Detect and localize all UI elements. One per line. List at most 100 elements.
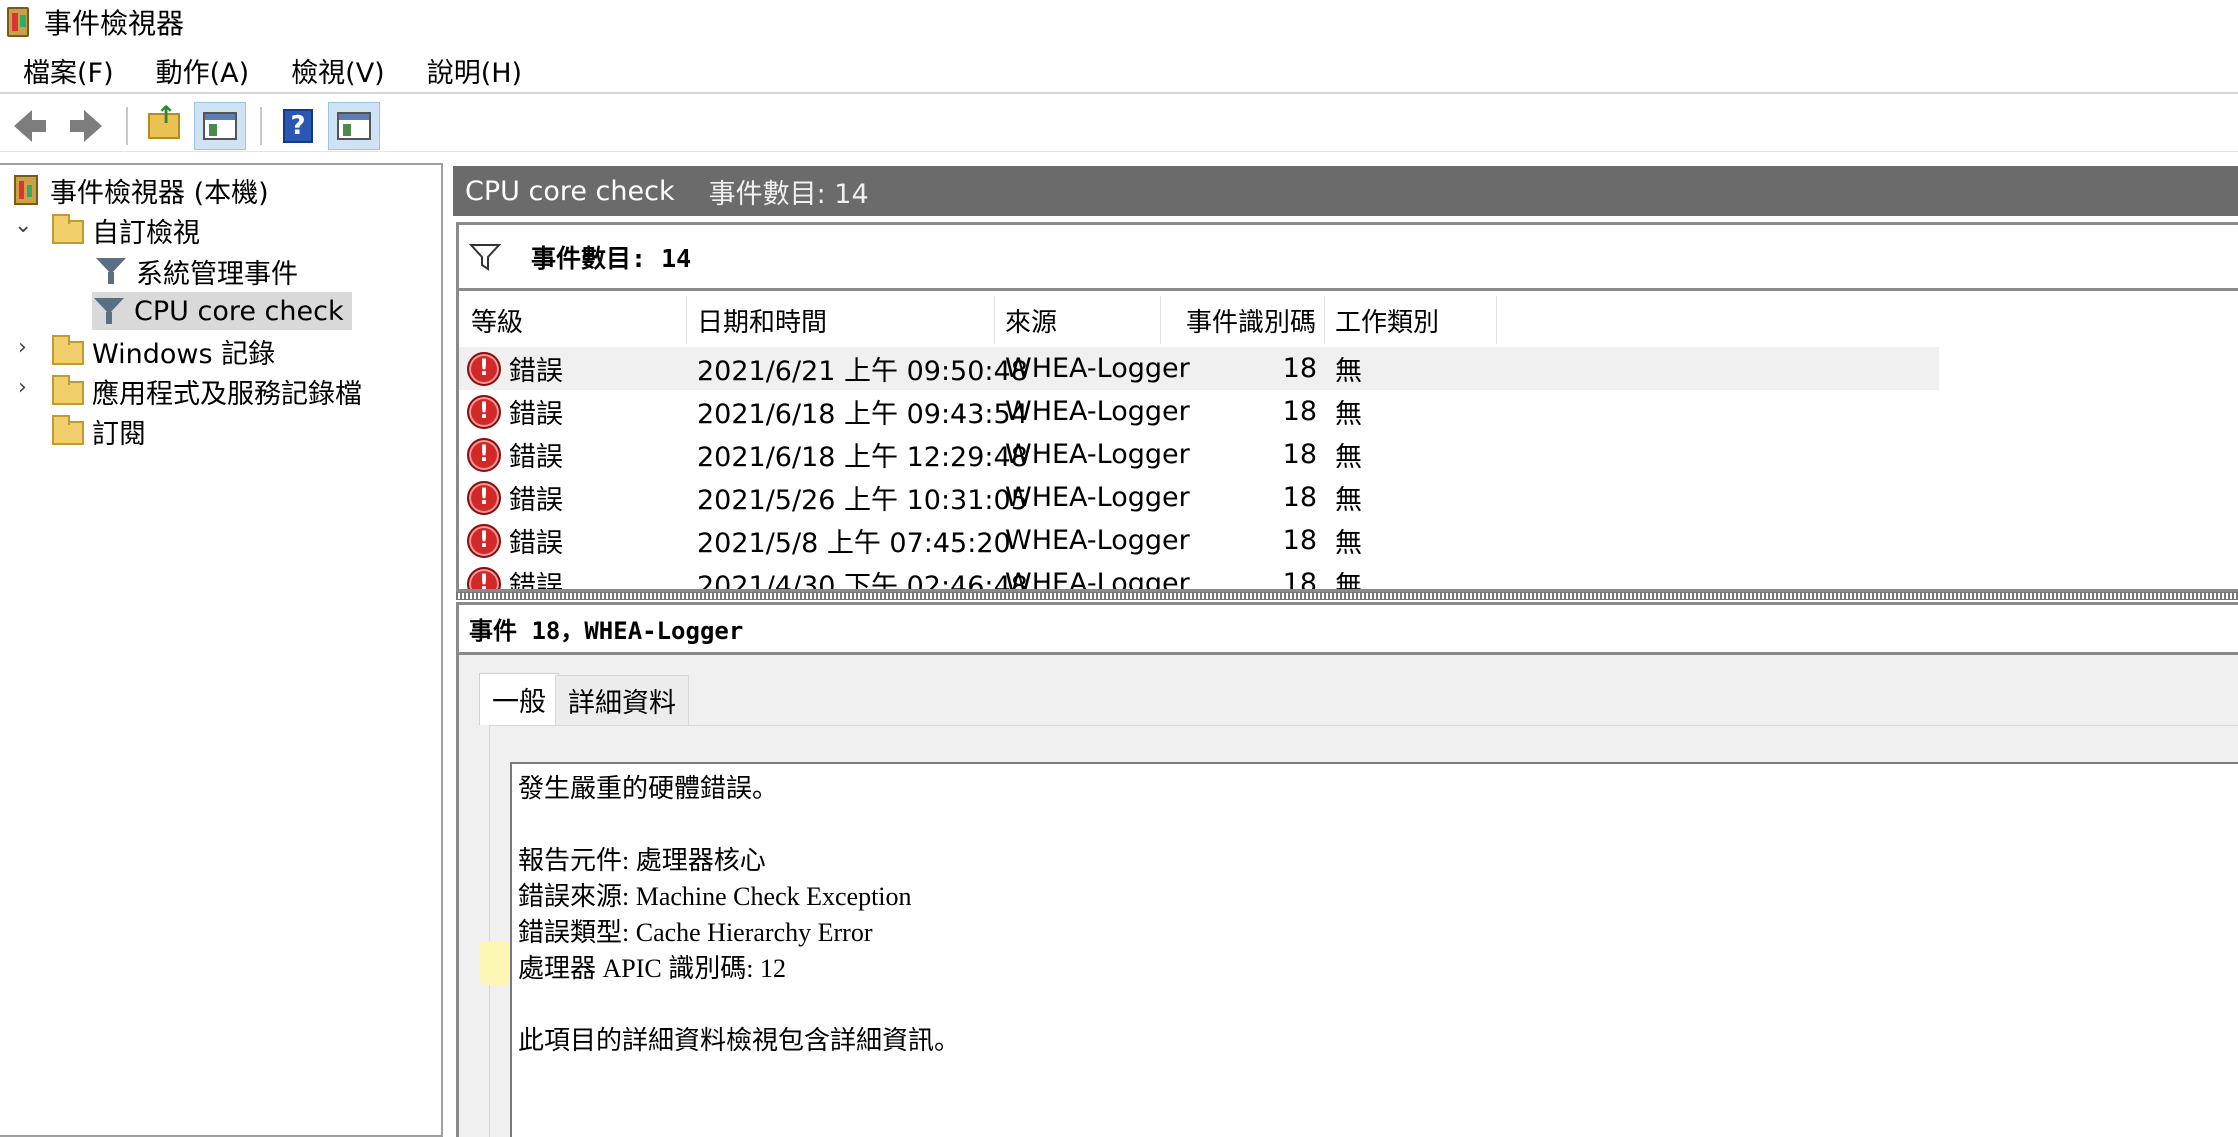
folder-icon bbox=[52, 214, 84, 244]
cell-event-id: 18 bbox=[1282, 396, 1317, 427]
tree-item-windows-logs[interactable]: Windows 記錄 bbox=[52, 332, 275, 370]
table-row[interactable]: ! 錯誤 2021/6/18 上午 09:43:54 WHEA-Logger 18 無 bbox=[459, 390, 1939, 433]
up-one-level-button[interactable] bbox=[138, 101, 190, 150]
table-row[interactable]: ! 錯誤 2021/6/21 上午 09:50:48 WHEA-Logger 18 無 bbox=[459, 347, 1939, 390]
column-source[interactable]: 來源 bbox=[995, 296, 1161, 344]
menu-view[interactable]: 檢視(V) bbox=[268, 51, 404, 90]
cell-task-category: 無 bbox=[1335, 571, 1362, 592]
folder-icon bbox=[52, 375, 84, 405]
help-button[interactable]: ? bbox=[272, 102, 324, 150]
table-row[interactable]: ! 錯誤 2021/6/18 上午 12:29:48 WHEA-Logger 18 無 bbox=[459, 433, 1939, 476]
back-arrow-icon bbox=[14, 109, 46, 142]
tree-item-subscriptions[interactable]: 訂閱 bbox=[52, 412, 146, 450]
cell-datetime: 2021/4/30 下午 02:46:48 bbox=[697, 571, 1028, 592]
cell-level-text: 錯誤 bbox=[509, 528, 563, 559]
table-row[interactable]: ! 錯誤 2021/4/30 下午 02:46:48 WHEA-Logger 18 無 bbox=[459, 562, 1939, 592]
tree-item-label: 系統管理事件 bbox=[136, 258, 298, 290]
menu-help[interactable]: 說明(H) bbox=[404, 51, 541, 90]
tab-details[interactable]: 詳細資料 bbox=[555, 675, 689, 725]
table-row[interactable]: ! 錯誤 2021/5/26 上午 10:31:05 WHEA-Logger 18 無 bbox=[459, 476, 1939, 519]
column-task-category[interactable]: 工作類別 bbox=[1325, 296, 1497, 344]
error-icon: ! bbox=[467, 351, 501, 386]
tree-item-app-service-logs[interactable]: 應用程式及服務記錄檔 bbox=[52, 372, 362, 410]
tree-item-label: 應用程式及服務記錄檔 bbox=[92, 378, 362, 410]
description-line: 處理器 APIC 識別碼: 12 bbox=[518, 954, 786, 983]
tree-item-label: 訂閱 bbox=[92, 418, 146, 450]
description-line: 報告元件: 處理器核心 bbox=[518, 846, 766, 875]
event-list: 事件數目: 14 等級 日期和時間 來源 事件識別碼 工作類別 ! 錯誤 2021/… bbox=[456, 222, 2238, 592]
title-bar: 事件檢視器 bbox=[0, 0, 2238, 44]
cell-source: WHEA-Logger bbox=[1005, 439, 1190, 470]
tree-item-root[interactable]: 事件檢視器 (本機) bbox=[10, 171, 269, 209]
cell-source: WHEA-Logger bbox=[1005, 396, 1190, 427]
menu-file[interactable]: 檔案(F) bbox=[0, 51, 133, 90]
chevron-right-icon[interactable]: › bbox=[18, 375, 27, 400]
folder-up-icon bbox=[148, 101, 180, 139]
cell-datetime: 2021/6/18 上午 09:43:54 bbox=[697, 399, 1028, 430]
console-tree: 事件檢視器 (本機) ⌄ 自訂檢視 系統管理事件 CPU core check … bbox=[0, 163, 443, 1137]
cell-datetime: 2021/6/18 上午 12:29:48 bbox=[697, 442, 1028, 473]
menu-action[interactable]: 動作(A) bbox=[133, 51, 269, 90]
description-line: 發生嚴重的硬體錯誤。 bbox=[518, 774, 779, 803]
filter-icon bbox=[469, 242, 501, 272]
chevron-right-icon[interactable]: › bbox=[18, 335, 27, 360]
cell-task-category: 無 bbox=[1335, 485, 1362, 516]
cell-event-id: 18 bbox=[1282, 482, 1317, 513]
chevron-down-icon[interactable]: ⌄ bbox=[14, 213, 32, 238]
cell-task-category: 無 bbox=[1335, 528, 1362, 559]
tree-item-custom-views[interactable]: 自訂檢視 bbox=[52, 211, 200, 249]
cell-datetime: 2021/5/26 上午 10:31:05 bbox=[697, 485, 1028, 516]
view-event-count: 事件數目: 14 bbox=[708, 178, 869, 210]
description-line: 錯誤來源: Machine Check Exception bbox=[518, 882, 912, 911]
cell-level: ! 錯誤 bbox=[467, 562, 687, 592]
cell-level-text: 錯誤 bbox=[509, 485, 563, 516]
column-level[interactable]: 等級 bbox=[459, 296, 687, 344]
column-datetime[interactable]: 日期和時間 bbox=[687, 296, 995, 344]
cell-level-text: 錯誤 bbox=[509, 356, 563, 387]
column-event-id[interactable]: 事件識別碼 bbox=[1161, 296, 1325, 344]
filter-count: 事件數目: 14 bbox=[531, 243, 692, 273]
cell-level-text: 錯誤 bbox=[509, 571, 563, 592]
view-title: CPU core check bbox=[465, 175, 675, 207]
cell-level: ! 錯誤 bbox=[467, 519, 687, 562]
cell-datetime: 2021/5/8 上午 07:45:20 bbox=[697, 528, 1011, 559]
tree-item-label: CPU core check bbox=[134, 295, 344, 327]
menu-bar: 檔案(F) 動作(A) 檢視(V) 說明(H) bbox=[0, 48, 2238, 94]
error-icon: ! bbox=[467, 480, 501, 515]
action-pane-icon bbox=[337, 111, 371, 140]
cell-task-category: 無 bbox=[1335, 399, 1362, 430]
show-hide-action-pane-button[interactable] bbox=[328, 101, 380, 150]
detail-title: 事件 18，WHEA-Logger bbox=[459, 605, 2238, 655]
tree-item-admin-events[interactable]: 系統管理事件 bbox=[94, 252, 298, 290]
cell-source: WHEA-Logger bbox=[1005, 525, 1190, 556]
error-icon: ! bbox=[467, 437, 501, 472]
filter-bar: 事件數目: 14 bbox=[459, 225, 2238, 291]
pane-splitter[interactable] bbox=[456, 592, 2238, 600]
error-icon: ! bbox=[467, 394, 501, 429]
cell-event-id: 18 bbox=[1282, 353, 1317, 384]
tree-item-cpu-core-check[interactable]: CPU core check bbox=[92, 292, 352, 330]
cell-level: ! 錯誤 bbox=[467, 390, 687, 433]
back-button[interactable] bbox=[4, 102, 56, 150]
cell-level: ! 錯誤 bbox=[467, 433, 687, 476]
forward-button[interactable] bbox=[60, 102, 112, 150]
forward-arrow-icon bbox=[70, 109, 102, 142]
help-icon: ? bbox=[283, 108, 313, 143]
tree-item-label: 自訂檢視 bbox=[92, 217, 200, 249]
toolbar: ? bbox=[0, 100, 2238, 152]
cell-source: WHEA-Logger bbox=[1005, 353, 1190, 384]
show-hide-console-tree-button[interactable] bbox=[194, 101, 246, 150]
cell-level-text: 錯誤 bbox=[509, 442, 563, 473]
cell-level: ! 錯誤 bbox=[467, 347, 687, 390]
cell-event-id: 18 bbox=[1282, 568, 1317, 592]
console-tree-icon bbox=[203, 111, 237, 140]
cell-task-category: 無 bbox=[1335, 356, 1362, 387]
cell-level-text: 錯誤 bbox=[509, 399, 563, 430]
tab-general[interactable]: 一般 bbox=[479, 673, 559, 725]
table-row[interactable]: ! 錯誤 2021/5/8 上午 07:45:20 WHEA-Logger 18 無 bbox=[459, 519, 1939, 562]
error-icon: ! bbox=[467, 566, 501, 589]
cell-task-category: 無 bbox=[1335, 442, 1362, 473]
tree-item-label: 事件檢視器 (本機) bbox=[50, 177, 269, 209]
toolbar-separator bbox=[126, 106, 128, 145]
cell-event-id: 18 bbox=[1282, 439, 1317, 470]
